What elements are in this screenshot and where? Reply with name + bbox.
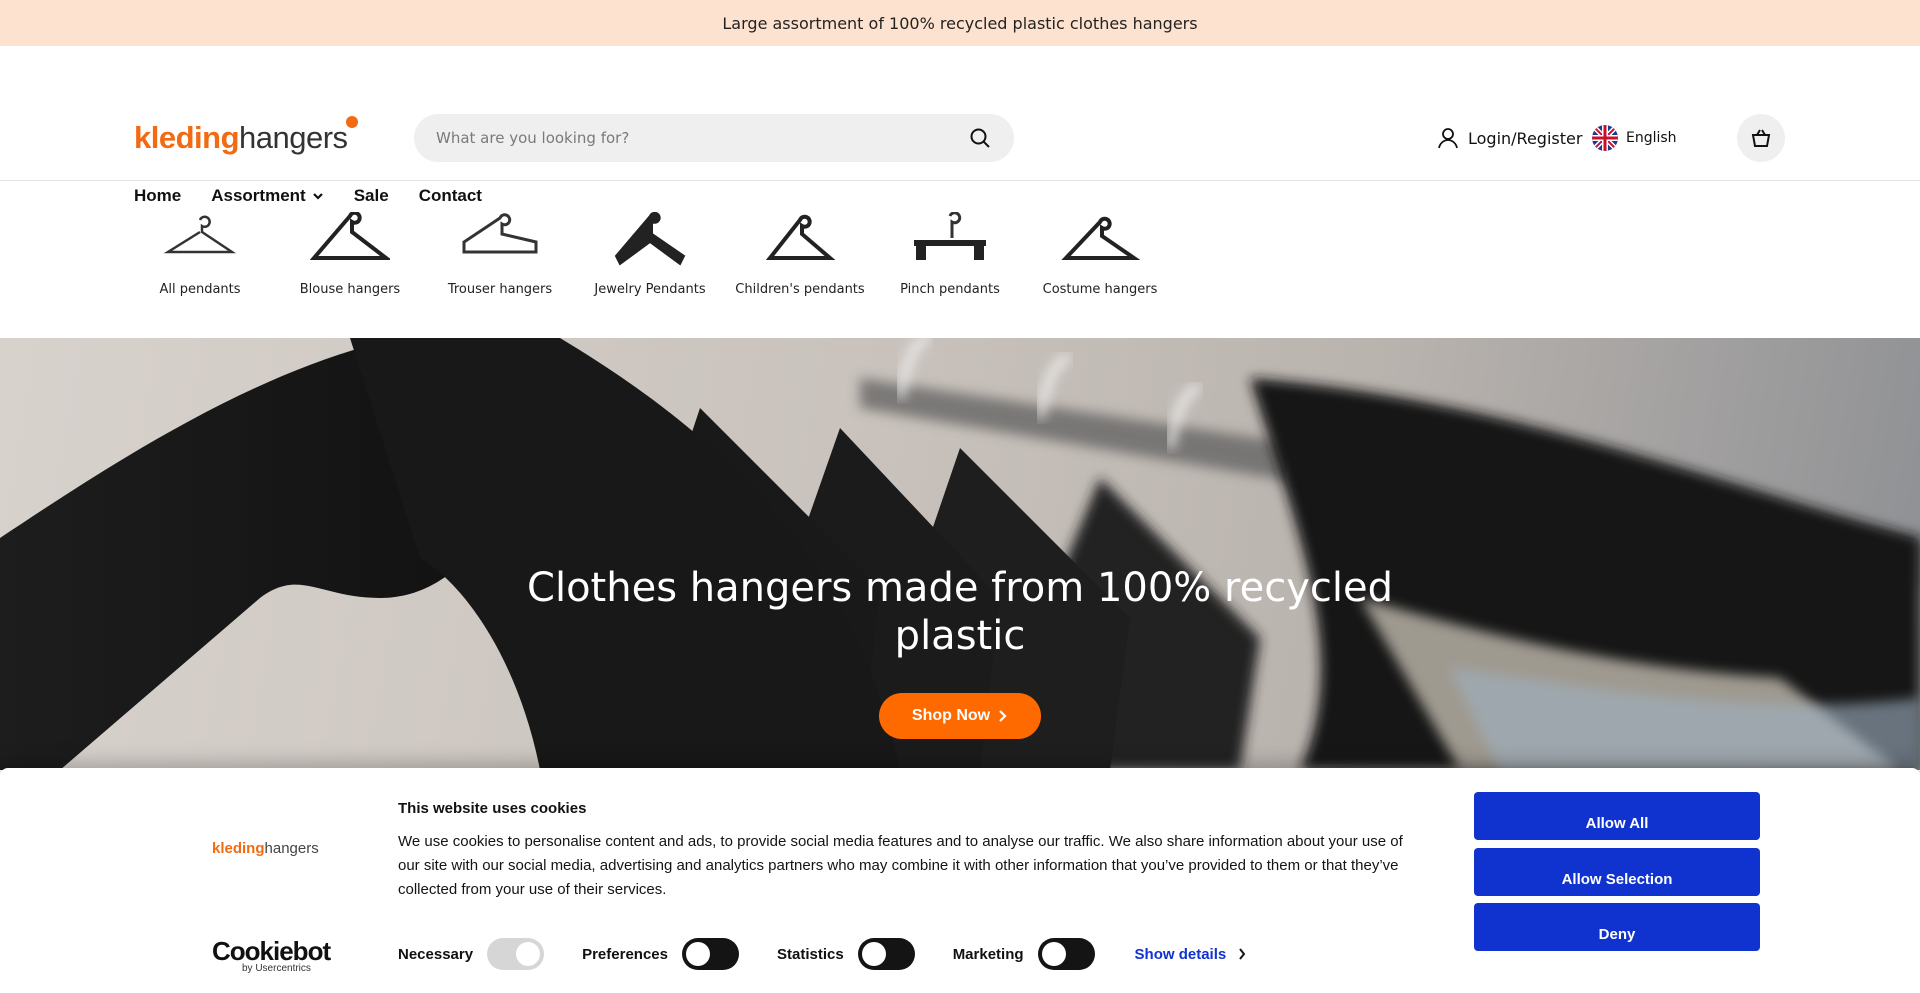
statistics-switch[interactable] [857,938,915,970]
toggle-necessary: Necessary [398,938,545,970]
cookie-title: This website uses cookies [398,800,587,817]
site-logo[interactable]: kledinghangers [134,116,358,156]
category-blouse-hangers[interactable]: Blouse hangers [275,212,425,297]
hanger-icon [1061,216,1140,260]
language-selector[interactable]: English [1592,125,1677,151]
hero-banner: Clothes hangers made from 100% recycled … [0,338,1920,770]
announcement-text: Large assortment of 100% recycled plasti… [722,13,1198,33]
cookie-toggles: Necessary Preferences Statistics Marketi… [398,938,1246,970]
category-strip: All pendants Blouse hangers Trouser hang… [0,182,1920,338]
cart-button[interactable] [1737,114,1785,162]
search-icon[interactable] [968,126,992,150]
cookie-banner-logo: kledinghangers [212,840,319,857]
hero-title: Clothes hangers made from 100% recycled … [527,565,1393,659]
necessary-switch [487,938,545,970]
preferences-switch[interactable] [681,938,739,970]
cookie-consent-banner: kledinghangers Cookiebot by Usercentrics… [0,768,1920,993]
category-childrens-pendants[interactable]: Children's pendants [725,212,875,297]
toggle-marketing: Marketing [953,938,1095,970]
site-header: kledinghangers Login/Register English Ho… [0,46,1920,205]
login-label: Login/Register [1468,128,1583,148]
uk-flag-icon [1592,125,1618,151]
category-jewelry-pendants[interactable]: Jewelry Pendants [575,212,725,297]
user-icon [1438,128,1458,149]
category-trouser-hangers[interactable]: Trouser hangers [425,212,575,297]
hanger-icon [163,215,237,254]
hanger-icon [462,213,538,254]
marketing-switch[interactable] [1037,938,1095,970]
search-bar [414,114,1014,162]
login-register-link[interactable]: Login/Register [1436,126,1582,150]
category-all-pendants[interactable]: All pendants [125,212,275,297]
chevron-right-icon [999,710,1007,722]
toggle-preferences: Preferences [582,938,739,970]
toggle-statistics: Statistics [777,938,915,970]
hanger-icon [914,212,986,260]
language-label: English [1626,130,1677,146]
cookiebot-logo[interactable]: Cookiebot by Usercentrics [212,936,331,974]
hanger-icon [614,212,686,266]
announcement-bar: Large assortment of 100% recycled plasti… [0,0,1920,46]
allow-all-button[interactable]: Allow All [1474,792,1760,840]
allow-selection-button[interactable]: Allow Selection [1474,848,1760,896]
category-pinch-pendants[interactable]: Pinch pendants [875,212,1025,297]
show-details-link[interactable]: Show details [1135,946,1247,963]
search-input[interactable] [436,129,968,147]
cookie-description: We use cookies to personalise content an… [398,833,1403,898]
logo-badge [345,116,358,128]
deny-button[interactable]: Deny [1474,903,1760,951]
category-costume-hangers[interactable]: Costume hangers [1025,212,1175,297]
hanger-icon [765,214,836,260]
shopping-bag-icon [1751,129,1771,147]
shop-now-button[interactable]: Shop Now [879,693,1041,739]
hanger-icon [310,212,390,260]
chevron-right-icon [1239,948,1246,960]
